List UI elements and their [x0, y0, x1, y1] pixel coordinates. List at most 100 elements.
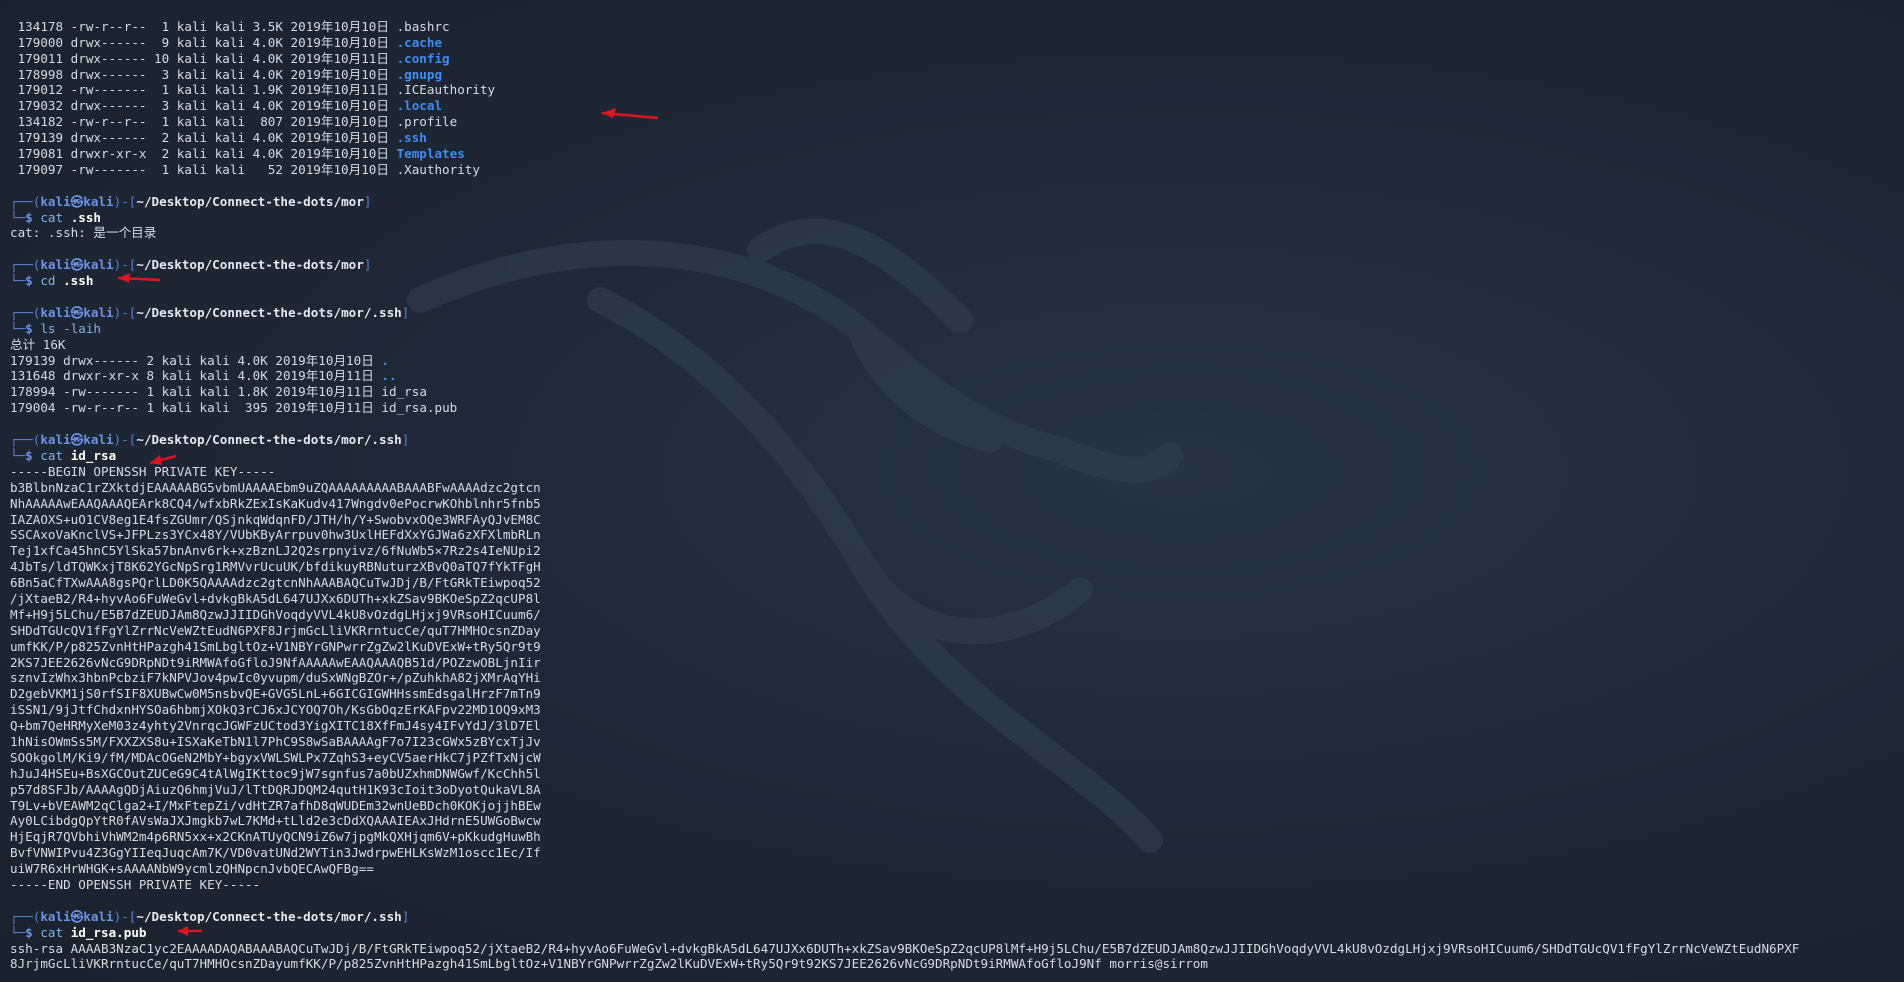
key-line: SHDdTGUcQV1fFgYlZrrNcVeWZtEudN6PXF8JrjmG…	[10, 623, 1900, 639]
prompt-frame: ┌──(	[10, 908, 41, 924]
command-line: └─$ cat id_rsa	[10, 448, 1900, 464]
listing-filename: Templates	[396, 146, 465, 162]
prompt-frame: └─	[10, 924, 26, 940]
prompt-frame: ┌──(	[10, 304, 41, 320]
prompt-user-host: kali㉿kali	[40, 432, 114, 448]
command-line: └─$ cd .ssh	[10, 273, 1900, 289]
key-line: 6Bn5aCfTXwAAA8gsPQrlLD0K5QAAAAdzc2gtcnNh…	[10, 575, 1900, 591]
listing-row: 179139 drwx------ 2 kali kali 4.0K 2019年…	[10, 353, 1900, 369]
key-line: 4JbTs/ldTQWKxjT8K62YGcNpSrg1RMVvrUcuUK/b…	[10, 559, 1900, 575]
key-line: sznvIzWhx3hbnPcbziF7kNPVJov4pwIc0yvupm/d…	[10, 670, 1900, 686]
key-line: NhAAAAAwEAAQAAAQEArk8CQ4/wfxbRkZExIsKaKu…	[10, 496, 1900, 512]
command-line: └─$ cat .ssh	[10, 210, 1900, 226]
prompt-line: ┌──(kali㉿kali)-[~/Desktop/Connect-the-do…	[10, 432, 1900, 448]
prompt-user-host: kali㉿kali	[40, 257, 114, 273]
listing-meta: 179011 drwx------ 10 kali kali 4.0K 2019…	[10, 50, 397, 66]
prompt-dollar: $	[25, 447, 41, 463]
listing-filename: .profile	[396, 114, 458, 130]
prompt-path: ~/Desktop/Connect-the-dots/mor/.ssh	[136, 432, 402, 448]
key-line: -----END OPENSSH PRIVATE KEY-----	[10, 877, 1900, 893]
command-line: └─$ cat id_rsa.pub	[10, 925, 1900, 941]
listing-filename: .gnupg	[396, 66, 443, 82]
cut-off-line	[10, 3, 1900, 19]
listing-row: 179032 drwx------ 3 kali kali 4.0K 2019年…	[10, 98, 1900, 114]
listing-row: 179081 drwxr-xr-x 2 kali kali 4.0K 2019年…	[10, 146, 1900, 162]
error-output: cat: .ssh: 是一个目录	[10, 225, 157, 241]
listing-meta: 179139 drwx------ 2 kali kali 4.0K 2019年…	[10, 352, 382, 368]
prompt-frame: )-[	[113, 193, 137, 209]
prompt-frame: ┌──(	[10, 193, 41, 209]
command-name: cat	[40, 447, 71, 463]
listing-meta: 131648 drwxr-xr-x 8 kali kali 4.0K 2019年…	[10, 368, 382, 384]
private-key-text: SHDdTGUcQV1fFgYlZrrNcVeWZtEudN6PXF8JrjmG…	[10, 622, 541, 638]
private-key-text: Mf+H9j5LChu/E5B7dZEUDJAm8QzwJJIIDGhVoqdy…	[10, 606, 541, 622]
annotation-arrow-pub	[178, 926, 202, 936]
private-key-text: Ay0LCibdgQpYtR0fAVsWaJXJmgkb7wL7KMd+tLld…	[10, 813, 541, 829]
command-arg: id_rsa	[70, 447, 117, 463]
key-line: Tej1xfCa45hnC5YlSka57bnAnv6rk+xzBznLJ2Q2…	[10, 543, 1900, 559]
listing-meta: 178998 drwx------ 3 kali kali 4.0K 2019年…	[10, 66, 397, 82]
pubkey-line: 8JrjmGcLliVKRrntucCe/quT7HMHOcsnZDayumfK…	[10, 956, 1900, 972]
listing-filename: id_rsa	[381, 384, 427, 400]
prompt-path: ~/Desktop/Connect-the-dots/mor/.ssh	[136, 304, 402, 320]
prompt-user-host: kali㉿kali	[40, 304, 114, 320]
listing-row: 179012 -rw------- 1 kali kali 1.9K 2019年…	[10, 82, 1900, 98]
private-key-text: Tej1xfCa45hnC5YlSka57bnAnv6rk+xzBznLJ2Q2…	[10, 543, 541, 559]
prompt-frame: ]	[401, 304, 410, 320]
private-key-text: T9Lv+bVEAWM2qClga2+I/MxFtepZi/vdHtZR7afh…	[10, 797, 541, 813]
prompt-frame: ]	[401, 908, 410, 924]
private-key-text: umfKK/P/p825ZvnHtHPazgh41SmLbgltOz+V1NBY…	[10, 638, 541, 654]
listing-row: 134178 -rw-r--r-- 1 kali kali 3.5K 2019年…	[10, 19, 1900, 35]
private-key-text: /jXtaeB2/R4+hyvAo6FuWeGvl+dvkgBkA5dL647U…	[10, 590, 541, 606]
command-name: cat	[40, 209, 71, 225]
key-line: uiW7R6xHrWHGK+sAAAANbW9ycmlzQHNpcnJvbQEC…	[10, 861, 1900, 877]
private-key-text: 6Bn5aCfTXwAAA8gsPQrlLD0K5QAAAAdzc2gtcnNh…	[10, 575, 541, 591]
prompt-frame: └─	[10, 320, 26, 336]
prompt-frame: ]	[401, 432, 410, 448]
terminal-output: 134178 -rw-r--r-- 1 kali kali 3.5K 2019年…	[10, 3, 1900, 972]
prompt-dollar: $	[25, 320, 41, 336]
total-line: 总计 16K	[10, 337, 1900, 353]
listing-row: 179000 drwx------ 9 kali kali 4.0K 2019年…	[10, 35, 1900, 51]
listing-row: 178994 -rw------- 1 kali kali 1.8K 2019年…	[10, 384, 1900, 400]
command-name: ls	[40, 320, 64, 336]
listing-meta: 179097 -rw------- 1 kali kali 52 2019年10…	[10, 161, 397, 177]
prompt-path: ~/Desktop/Connect-the-dots/mor	[136, 257, 364, 273]
annotation-arrow-cd	[117, 273, 161, 283]
public-key-text: ssh-rsa AAAAB3NzaC1yc2EAAAADAQABAAABAQCu…	[10, 940, 1800, 956]
listing-filename: .bashrc	[396, 18, 450, 34]
private-key-text: Q+bm7QeHRMyXeM03z4yhty2VnrqcJGWFzUCtod3Y…	[10, 718, 541, 734]
prompt-frame: ]	[363, 193, 372, 209]
listing-row: 134182 -rw-r--r-- 1 kali kali 807 2019年1…	[10, 114, 1900, 130]
key-line: -----BEGIN OPENSSH PRIVATE KEY-----	[10, 464, 1900, 480]
key-line: HjEqjR7QVbhiVhWM2m4p6RN5xx+x2CKnATUyQCN9…	[10, 829, 1900, 845]
listing-meta: 179004 -rw-r--r-- 1 kali kali 395 2019年1…	[10, 400, 382, 416]
listing-row: 131648 drwxr-xr-x 8 kali kali 4.0K 2019年…	[10, 368, 1900, 384]
listing-filename: .Xauthority	[396, 161, 480, 177]
key-line: /jXtaeB2/R4+hyvAo6FuWeGvl+dvkgBkA5dL647U…	[10, 591, 1900, 607]
private-key-text: 2KS7JEE2626vNcG9DRpNDt9iRMWAfoGfloJ9NfAA…	[10, 654, 541, 670]
private-key-text: b3BlbnNzaC1rZXktdjEAAAAABG5vbmUAAAAEbm9u…	[10, 479, 541, 495]
listing-filename: .	[381, 352, 389, 368]
prompt-path: ~/Desktop/Connect-the-dots/mor	[136, 193, 364, 209]
listing-filename: .cache	[396, 34, 443, 50]
key-line: SSCAxoVaKnclVS+JFPLzs3YCx48Y/VUbKByArrpu…	[10, 527, 1900, 543]
prompt-frame: └─	[10, 273, 26, 289]
listing-row: 179139 drwx------ 2 kali kali 4.0K 2019年…	[10, 130, 1900, 146]
command-arg: id_rsa.pub	[70, 924, 147, 940]
private-key-text: D2gebVKM1jS0rfSIF8XUBwCw0M5nsbvQE+GVG5Ln…	[10, 686, 541, 702]
private-key-text: IAZAOXS+uO1CV8eg1E4fsZGUmr/QSjnkqWdqnFD/…	[10, 511, 541, 527]
listing-meta: 134182 -rw-r--r-- 1 kali kali 807 2019年1…	[10, 114, 397, 130]
key-line: iSSN1/9jJtfChdxnHYSOa6hbmjXOkQ3rCJ6xJCYO…	[10, 702, 1900, 718]
listing-meta: 179081 drwxr-xr-x 2 kali kali 4.0K 2019年…	[10, 146, 397, 162]
key-line: umfKK/P/p825ZvnHtHPazgh41SmLbgltOz+V1NBY…	[10, 639, 1900, 655]
key-line: 1hNisOWmSs5M/FXXZXS8u+ISXaKeTbN1l7PhC9S8…	[10, 734, 1900, 750]
private-key-text: SSCAxoVaKnclVS+JFPLzs3YCx48Y/VUbKByArrpu…	[10, 527, 541, 543]
key-line: Q+bm7QeHRMyXeM03z4yhty2VnrqcJGWFzUCtod3Y…	[10, 718, 1900, 734]
private-key-text: sznvIzWhx3hbnPcbziF7kNPVJov4pwIc0yvupm/d…	[10, 670, 541, 686]
prompt-frame: ]	[363, 257, 372, 273]
command-name: cat	[40, 924, 71, 940]
listing-filename: .ICEauthority	[396, 82, 496, 98]
key-line: T9Lv+bVEAWM2qClga2+I/MxFtepZi/vdHtZR7afh…	[10, 798, 1900, 814]
private-key-text: 4JbTs/ldTQWKxjT8K62YGcNpSrg1RMVvrUcuUK/b…	[10, 559, 541, 575]
